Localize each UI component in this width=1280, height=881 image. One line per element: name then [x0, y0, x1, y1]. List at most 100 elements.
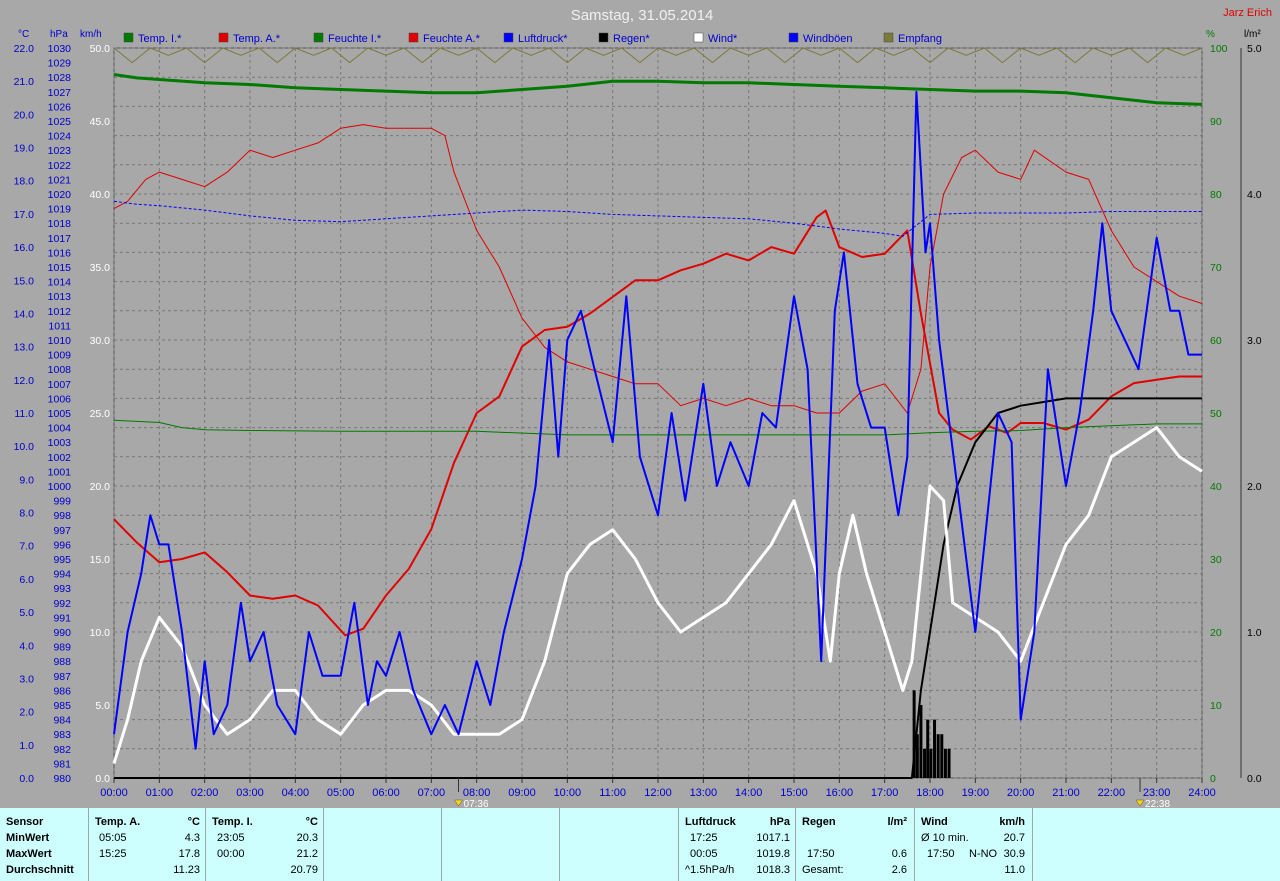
legend-label: Wind*: [708, 33, 738, 45]
rain-axis-tick: 4.0: [1247, 189, 1262, 201]
pressure-axis-tick: 1007: [48, 379, 72, 391]
pressure-min: 1017.1: [756, 832, 790, 844]
humidity-axis-tick: 30: [1210, 554, 1222, 566]
rain-max: 0.6: [891, 848, 907, 860]
sunrise-marker-label: 07:36: [464, 799, 489, 808]
rain-axis-tick: 3.0: [1247, 335, 1262, 347]
temp-axis-tick: 8.0: [19, 508, 34, 520]
chart-title: Samstag, 31.05.2014: [571, 7, 714, 24]
wind-axis-tick: 30.0: [90, 335, 111, 347]
pressure-axis-tick: 1017: [48, 233, 72, 245]
temp-axis-tick: 14.0: [14, 308, 35, 320]
pressure-axis-tick: 1011: [48, 320, 71, 332]
pressure-axis-tick: 987: [53, 671, 71, 683]
legend-swatch: [123, 32, 134, 43]
x-tick-label: 11:00: [599, 787, 626, 799]
wind-axis-tick: 40.0: [90, 189, 111, 201]
x-tick-label: 02:00: [191, 787, 219, 799]
pressure-axis-tick: 1008: [48, 364, 72, 376]
pressure-max-time: 00:05: [690, 848, 718, 860]
humidity-axis-tick: 0: [1210, 773, 1216, 785]
x-tick-label: 19:00: [962, 787, 990, 799]
x-tick-label: 16:00: [826, 787, 854, 799]
x-tick-label: 13:00: [690, 787, 718, 799]
pressure-axis-tick: 988: [53, 656, 71, 668]
weather-chart-window: 00:00 01:00 02:00 03:00 04:00 05:00 06:00 07:00…: [0, 0, 1280, 881]
humidity-axis-tick: 90: [1210, 116, 1222, 128]
legend-label: Feuchte A.*: [423, 33, 481, 45]
temp-axis-tick: 18.0: [14, 176, 35, 188]
sunset-marker-label: 22:38: [1145, 799, 1170, 808]
wind-max: 30.9: [1003, 848, 1025, 860]
pressure-axis-tick: 995: [53, 554, 71, 566]
pressure-axis-tick: 989: [53, 642, 71, 654]
x-tick-label: 22:00: [1098, 787, 1126, 799]
pressure-avg: 1018.3: [756, 864, 790, 876]
pressure-axis-tick: 1001: [48, 466, 72, 478]
x-tick-label: 08:00: [463, 787, 491, 799]
temp-axis-tick: 5.0: [19, 607, 34, 619]
row-label-avg: Durchschnitt: [6, 864, 74, 876]
sensor-header: Sensor: [6, 816, 44, 828]
x-tick-label: 07:00: [418, 787, 446, 799]
rain-axis-tick: 1.0: [1247, 627, 1262, 639]
weather-chart: 00:00 01:00 02:00 03:00 04:00 05:00 06:00 07:00…: [0, 0, 1280, 810]
pressure-axis-tick: 982: [53, 744, 71, 756]
pressure-axis-tick: 1019: [48, 204, 72, 216]
pressure-axis-tick: 994: [53, 569, 71, 581]
pressure-axis-tick: 996: [53, 539, 71, 551]
pressure-axis-tick: 1023: [48, 145, 72, 157]
legend-swatch: [883, 32, 894, 43]
pressure-axis-tick: 1018: [48, 218, 72, 230]
unit-humidity-label: %: [1206, 29, 1215, 40]
rain-unit: l/m²: [887, 816, 907, 828]
x-tick-label: 01:00: [146, 787, 174, 799]
legend-swatch: [598, 32, 609, 43]
pressure-axis-tick: 981: [53, 758, 71, 770]
temp-a-avg: 11.23: [173, 864, 200, 876]
pressure-axis-tick: 1015: [48, 262, 72, 274]
temp-i-unit: °C: [305, 816, 318, 828]
x-tick-label: 12:00: [644, 787, 672, 799]
wind-axis-tick: 20.0: [90, 481, 111, 493]
legend-swatch: [788, 32, 799, 43]
rain-total-label: Gesamt:: [802, 864, 844, 876]
chart-legend: Temp. I.* Temp. A.* Feuchte I.* Feuchte A.*…: [123, 32, 942, 45]
pressure-axis-tick: 993: [53, 583, 71, 595]
legend-swatch: [408, 32, 419, 43]
x-tick-label: 06:00: [372, 787, 400, 799]
pressure-axis-tick: 1014: [48, 277, 72, 289]
legend-swatch: [693, 32, 704, 43]
x-tick-label: 15:00: [780, 787, 808, 799]
pressure-max: 1019.8: [756, 848, 790, 860]
temp-axis-tick: 3.0: [19, 673, 34, 685]
temp-a-max-time: 15:25: [99, 848, 127, 860]
pressure-axis-tick: 986: [53, 685, 71, 697]
rain-max-time: 17:50: [807, 848, 835, 860]
rain-axis-tick: 5.0: [1247, 43, 1262, 55]
x-tick-label: 20:00: [1007, 787, 1035, 799]
humidity-axis-tick: 50: [1210, 408, 1222, 420]
pressure-axis-tick: 1027: [48, 87, 72, 99]
temp-a-min: 4.3: [184, 832, 200, 844]
temp-axis-tick: 13.0: [14, 342, 35, 354]
pressure-axis-tick: 1000: [48, 481, 72, 493]
temp-axis-tick: 1.0: [19, 740, 34, 752]
pressure-axis-tick: 998: [53, 510, 71, 522]
temp-axis-tick: 11.0: [14, 408, 34, 420]
temp-a-min-time: 05:05: [99, 832, 127, 844]
x-tick-label: 17:00: [871, 787, 899, 799]
wind-axis-tick: 25.0: [90, 408, 111, 420]
temp-i-max-time: 00:00: [217, 848, 245, 860]
pressure-axis-tick: 1010: [48, 335, 72, 347]
pressure-trend: ^1.5hPa/h: [685, 864, 735, 876]
pressure-axis-tick: 1024: [48, 131, 72, 143]
temp-axis-tick: 0.0: [19, 773, 34, 785]
pressure-axis-tick: 991: [53, 612, 71, 624]
row-label-min: MinWert: [6, 832, 50, 844]
humidity-axis-tick: 40: [1210, 481, 1222, 493]
pressure-axis-tick: 1020: [48, 189, 72, 201]
pressure-axis-tick: 1003: [48, 437, 72, 449]
legend-label: Empfang: [898, 33, 942, 45]
pressure-axis-tick: 1022: [48, 160, 72, 172]
